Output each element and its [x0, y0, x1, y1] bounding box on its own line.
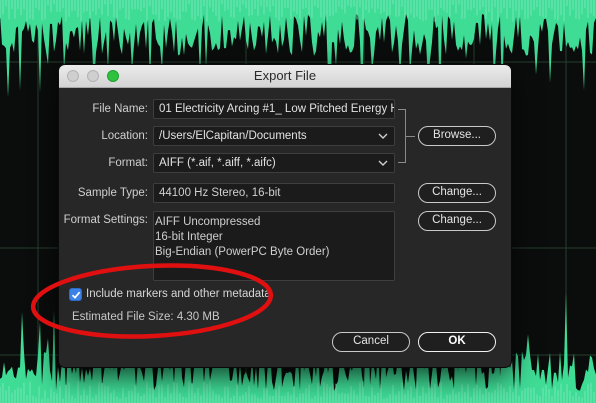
- dialog-title: Export File: [253, 68, 317, 83]
- cancel-button[interactable]: Cancel: [332, 332, 410, 352]
- format-dropdown[interactable]: AIFF (*.aif, *.aiff, *.aifc): [153, 153, 395, 173]
- format-value: AIFF (*.aif, *.aiff, *.aifc): [159, 157, 276, 169]
- estimated-file-size: Estimated File Size: 4.30 MB: [72, 311, 220, 323]
- location-value: /Users/ElCapitan/Documents: [159, 130, 307, 142]
- file-name-input[interactable]: 01 Electricity Arcing #1_ Low Pitched En…: [153, 99, 395, 119]
- format-settings-label: Format Settings:: [63, 214, 148, 226]
- format-settings-line: Big-Endian (PowerPC Byte Order): [155, 246, 330, 258]
- change-sample-type-button[interactable]: Change...: [418, 183, 496, 203]
- format-label: Format:: [108, 157, 148, 169]
- chevron-down-icon: [378, 160, 388, 166]
- format-settings-line: 16-bit Integer: [155, 231, 223, 243]
- dialog-titlebar[interactable]: Export File: [59, 65, 511, 88]
- chevron-down-icon: [378, 133, 388, 139]
- file-name-value: 01 Electricity Arcing #1_ Low Pitched En…: [159, 103, 395, 115]
- sample-type-label: Sample Type:: [77, 187, 148, 199]
- format-settings-line: AIFF Uncompressed: [155, 216, 261, 228]
- bracket-connector: [406, 136, 415, 137]
- file-name-label: File Name:: [92, 103, 148, 115]
- field-group-bracket: [398, 109, 406, 163]
- location-label: Location:: [101, 130, 148, 142]
- location-dropdown[interactable]: /Users/ElCapitan/Documents: [153, 126, 395, 146]
- sample-type-field: 44100 Hz Stereo, 16-bit: [153, 183, 395, 203]
- change-format-settings-button[interactable]: Change...: [418, 211, 496, 231]
- export-file-dialog: Export File File Name: 01 Electricity Ar…: [59, 65, 511, 367]
- browse-button[interactable]: Browse...: [418, 126, 496, 146]
- sample-type-value: 44100 Hz Stereo, 16-bit: [159, 187, 281, 199]
- include-markers-label[interactable]: Include markers and other metadata: [86, 288, 271, 300]
- checkmark-icon: [71, 291, 81, 299]
- ok-button[interactable]: OK: [418, 332, 496, 352]
- include-markers-checkbox[interactable]: [69, 288, 82, 301]
